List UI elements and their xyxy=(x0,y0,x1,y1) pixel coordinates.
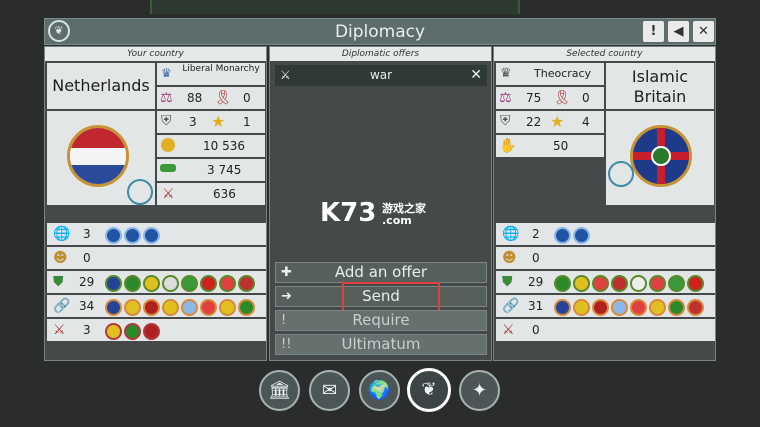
selected-relations-row: ✋ 50 xyxy=(496,135,604,157)
your-flag-area xyxy=(47,111,155,205)
bank-nav-button[interactable]: 🏛 xyxy=(259,370,300,411)
nato-emblem-icon xyxy=(573,227,590,244)
your-masks-row: ☻ 0 xyxy=(47,247,266,269)
alliance-flags xyxy=(105,225,162,244)
selected-flag-area xyxy=(606,111,714,205)
selected-country-panel: Selected country ♛ Theocracy Islamic Bri… xyxy=(493,46,716,361)
globe-icon: 🌍 xyxy=(368,380,391,401)
un-emblem-icon xyxy=(105,227,122,244)
plus-icon: ✚ xyxy=(281,265,292,280)
selected-country-header: Selected country xyxy=(494,47,715,61)
shield-icon: ⛨ xyxy=(500,113,511,129)
influence-chart-icon xyxy=(608,161,634,187)
compass-nav-button[interactable]: ✦ xyxy=(459,370,500,411)
crossed-swords-icon: ⚔ xyxy=(280,68,291,82)
selected-alliances-row: 🌐 2 xyxy=(496,223,715,245)
un-emblem-icon xyxy=(554,227,571,244)
back-button[interactable]: ◀ xyxy=(668,21,689,42)
shield-flags xyxy=(105,273,257,292)
your-war-row: ⚔ 3 xyxy=(47,319,266,341)
add-offer-button[interactable]: ✚ Add an offer xyxy=(275,262,487,283)
link-icon: 🔗 xyxy=(502,298,520,314)
double-exclamation-icon: !! xyxy=(281,337,292,352)
shield-flags xyxy=(554,273,706,292)
britain-flag xyxy=(630,125,692,187)
coin-icon xyxy=(161,138,175,152)
link-flags xyxy=(105,297,257,316)
selected-war-row: ⚔ 0 xyxy=(496,319,715,341)
selected-government: ♛ Theocracy xyxy=(496,63,604,85)
crossed-swords-icon: ⚔ xyxy=(502,322,515,338)
your-shields-row: ⛊ 29 xyxy=(47,271,266,293)
highlight-box xyxy=(342,282,440,312)
selected-country-name: Islamic Britain xyxy=(606,63,714,109)
globe-nav-button[interactable]: 🌍 xyxy=(359,370,400,411)
your-money-row: 3 745 xyxy=(157,159,265,181)
globe-icon: 🌐 xyxy=(502,226,520,242)
war-flags xyxy=(105,321,162,340)
alliance-flags xyxy=(554,225,592,244)
your-country-header: Your country xyxy=(45,47,266,61)
your-coins-row: 10 536 xyxy=(157,135,265,157)
mail-nav-button[interactable]: ✉ xyxy=(309,370,350,411)
shield-icon: ⛨ xyxy=(161,113,172,129)
diplomacy-nav-button[interactable]: ❦ xyxy=(407,368,451,412)
offers-panel: Diplomatic offers ⚔ war ✕ ✚ Add an offer… xyxy=(269,46,492,361)
netherlands-flag xyxy=(67,125,129,187)
sword-icon: ⚔ xyxy=(162,186,175,202)
your-alliances-row: 🌐 3 xyxy=(47,223,266,245)
crown-icon: ♛ xyxy=(161,66,172,80)
selected-masks-row: ☻ 0 xyxy=(496,247,715,269)
require-button[interactable]: ! Require xyxy=(275,310,487,331)
mask-icon: ☻ xyxy=(502,250,517,266)
eu-emblem-icon xyxy=(124,227,141,244)
star-icon: ★ xyxy=(211,112,226,131)
influence-chart-icon xyxy=(127,179,153,205)
ribbon-icon: 🎗 xyxy=(214,90,232,106)
scales-icon: ⚖ xyxy=(499,90,512,106)
globe-icon: 🌐 xyxy=(53,226,71,242)
send-button[interactable]: ➜ Send xyxy=(275,282,487,312)
green-shield-icon: ⛊ xyxy=(502,274,513,290)
crossed-swords-icon: ⚔ xyxy=(53,322,66,338)
your-stability-row: ⚖ 88 🎗 0 xyxy=(157,87,265,109)
remove-offer-icon[interactable]: ✕ xyxy=(470,65,482,86)
nato-emblem-icon xyxy=(143,227,160,244)
title-bar: ❦ Diplomacy ! ◀ ✕ xyxy=(44,18,716,45)
selected-defense-row: ⛨ 22 ★ 4 xyxy=(496,111,604,133)
scales-icon: ⚖ xyxy=(160,90,173,106)
selected-links-row: 🔗 31 xyxy=(496,295,715,317)
compass-icon: ✦ xyxy=(471,380,488,401)
your-government: ♛ Liberal Monarchy xyxy=(157,63,265,85)
your-links-row: 🔗 34 xyxy=(47,295,266,317)
your-country-name: Netherlands xyxy=(47,63,155,109)
money-icon xyxy=(160,164,176,172)
link-icon: 🔗 xyxy=(53,298,71,314)
exclamation-icon: ! xyxy=(281,313,287,328)
crown-icon: ♛ xyxy=(500,66,512,81)
selected-stability-row: ⚖ 75 🎗 0 xyxy=(496,87,604,109)
arrow-right-icon: ➜ xyxy=(281,289,292,304)
ultimatum-button[interactable]: !! Ultimatum xyxy=(275,334,487,355)
emblem-icon: ❦ xyxy=(421,379,437,400)
offers-header: Diplomatic offers xyxy=(270,47,491,61)
window-title: Diplomacy xyxy=(334,22,426,42)
handshake-icon: ✋ xyxy=(499,138,517,154)
close-button[interactable]: ✕ xyxy=(693,21,714,42)
info-button[interactable]: ! xyxy=(643,21,664,42)
mail-icon: ✉ xyxy=(321,380,338,401)
link-flags xyxy=(554,297,706,316)
your-military-row: ⚔ 636 xyxy=(157,183,265,205)
bank-icon: 🏛 xyxy=(268,380,291,401)
green-shield-icon: ⛊ xyxy=(53,274,64,290)
background-map-strip xyxy=(150,0,520,14)
selected-shields-row: ⛊ 29 xyxy=(496,271,715,293)
your-country-panel: Your country Netherlands ♛ Liberal Monar… xyxy=(44,46,267,361)
ribbon-icon: 🎗 xyxy=(553,90,571,106)
your-defense-row: ⛨ 3 ★ 1 xyxy=(157,111,265,133)
watermark: K73 游戏之家 .com xyxy=(320,198,426,228)
mask-icon: ☻ xyxy=(53,250,68,266)
star-icon: ★ xyxy=(550,112,565,131)
offer-war-row[interactable]: ⚔ war ✕ xyxy=(275,65,487,86)
